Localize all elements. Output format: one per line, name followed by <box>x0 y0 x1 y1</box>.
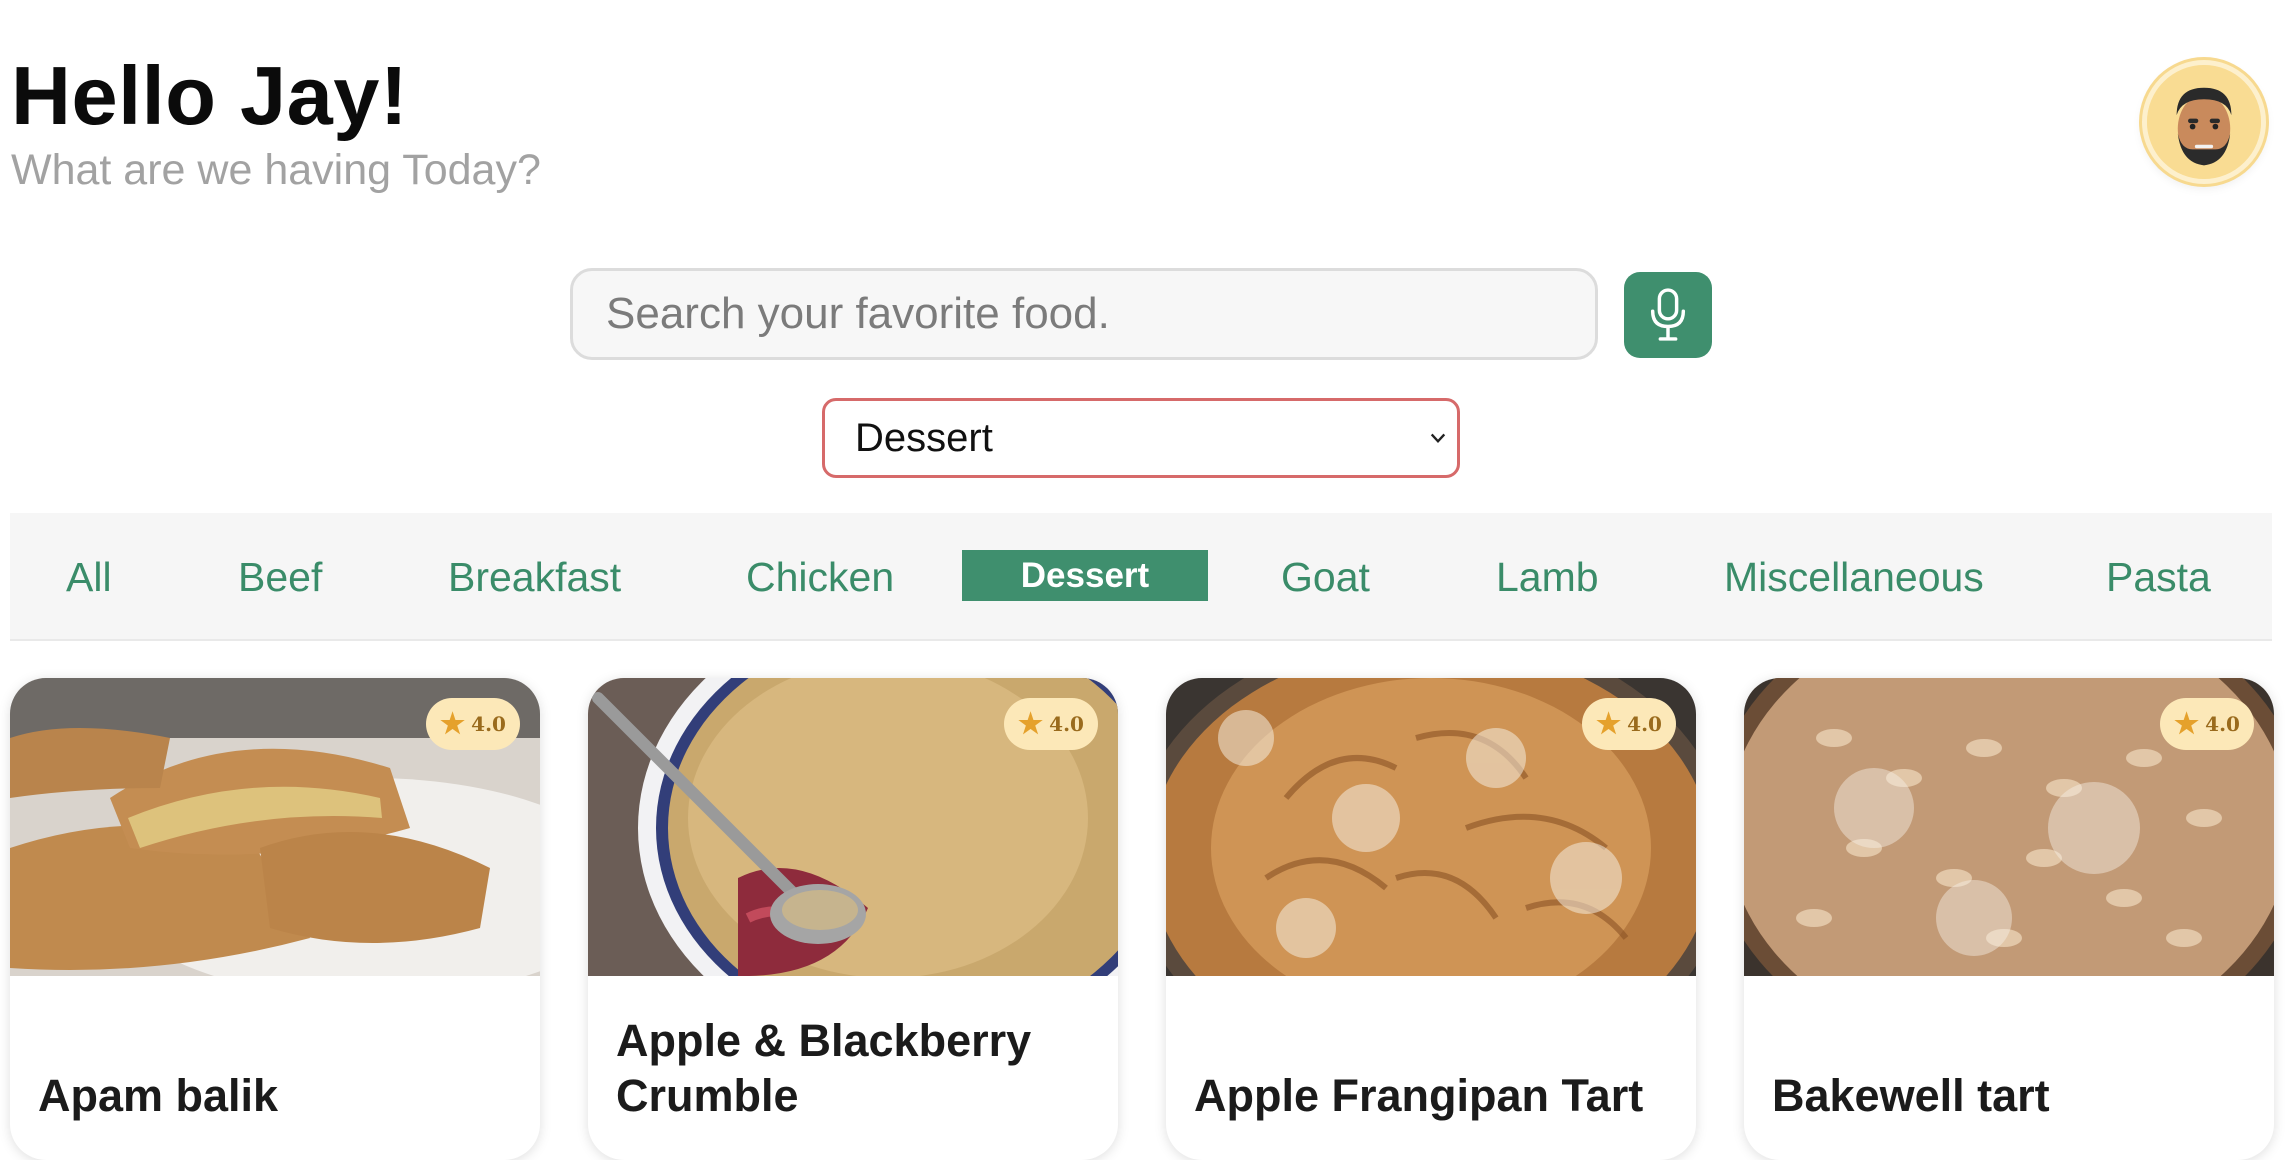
tab-breakfast[interactable]: Breakfast <box>448 551 621 603</box>
tab-lamb[interactable]: Lamb <box>1496 551 1599 603</box>
tab-pasta[interactable]: Pasta <box>2106 551 2211 603</box>
star-icon: ★ <box>1018 707 1044 740</box>
tab-beef[interactable]: Beef <box>238 551 322 603</box>
meal-card[interactable]: ★ 4.0 Apam balik <box>10 678 540 1160</box>
category-select-value: Dessert <box>855 415 993 460</box>
user-avatar-icon[interactable] <box>2142 60 2266 184</box>
chevron-down-icon <box>1430 433 1446 443</box>
page-title: Hello Jay! <box>11 49 409 142</box>
meal-title: Apam balik <box>38 1070 279 1122</box>
microphone-icon <box>1650 288 1686 341</box>
greeting-block: Hello Jay! What are we having Today? <box>11 48 541 195</box>
tab-goat[interactable]: Goat <box>1281 551 1370 603</box>
star-icon: ★ <box>1596 707 1622 740</box>
rating-value: 4.0 <box>471 712 506 736</box>
meal-title: Apple Frangipan Tart <box>1194 1070 1644 1122</box>
tab-miscellaneous[interactable]: Miscellaneous <box>1724 551 1984 603</box>
rating-badge: ★ 4.0 <box>1582 698 1676 750</box>
search-input[interactable] <box>570 268 1598 360</box>
meal-title: Apple & Blackberry Crumble <box>616 1015 1032 1122</box>
meal-card[interactable]: ★ 4.0 Apple Frangipan Tart <box>1166 678 1696 1160</box>
rating-value: 4.0 <box>1627 712 1662 736</box>
category-tabs: All Beef Breakfast Chicken Dessert Goat … <box>10 513 2272 641</box>
star-icon: ★ <box>440 707 466 740</box>
meal-title: Bakewell tart <box>1772 1070 2050 1122</box>
meal-card[interactable]: ★ 4.0 Bakewell tart <box>1744 678 2274 1160</box>
rating-value: 4.0 <box>1049 712 1084 736</box>
page-subtitle: What are we having Today? <box>11 146 541 195</box>
rating-badge: ★ 4.0 <box>426 698 520 750</box>
rating-badge: ★ 4.0 <box>1004 698 1098 750</box>
meal-card[interactable]: ★ 4.0 Apple & Blackberry Crumble <box>588 678 1118 1160</box>
category-select[interactable]: Dessert <box>822 398 1460 478</box>
tab-chicken[interactable]: Chicken <box>746 551 894 603</box>
rating-badge: ★ 4.0 <box>2160 698 2254 750</box>
tab-dessert[interactable]: Dessert <box>962 550 1208 601</box>
rating-value: 4.0 <box>2205 712 2240 736</box>
microphone-button[interactable] <box>1624 272 1712 358</box>
star-icon: ★ <box>2174 707 2200 740</box>
tab-all[interactable]: All <box>66 551 112 603</box>
